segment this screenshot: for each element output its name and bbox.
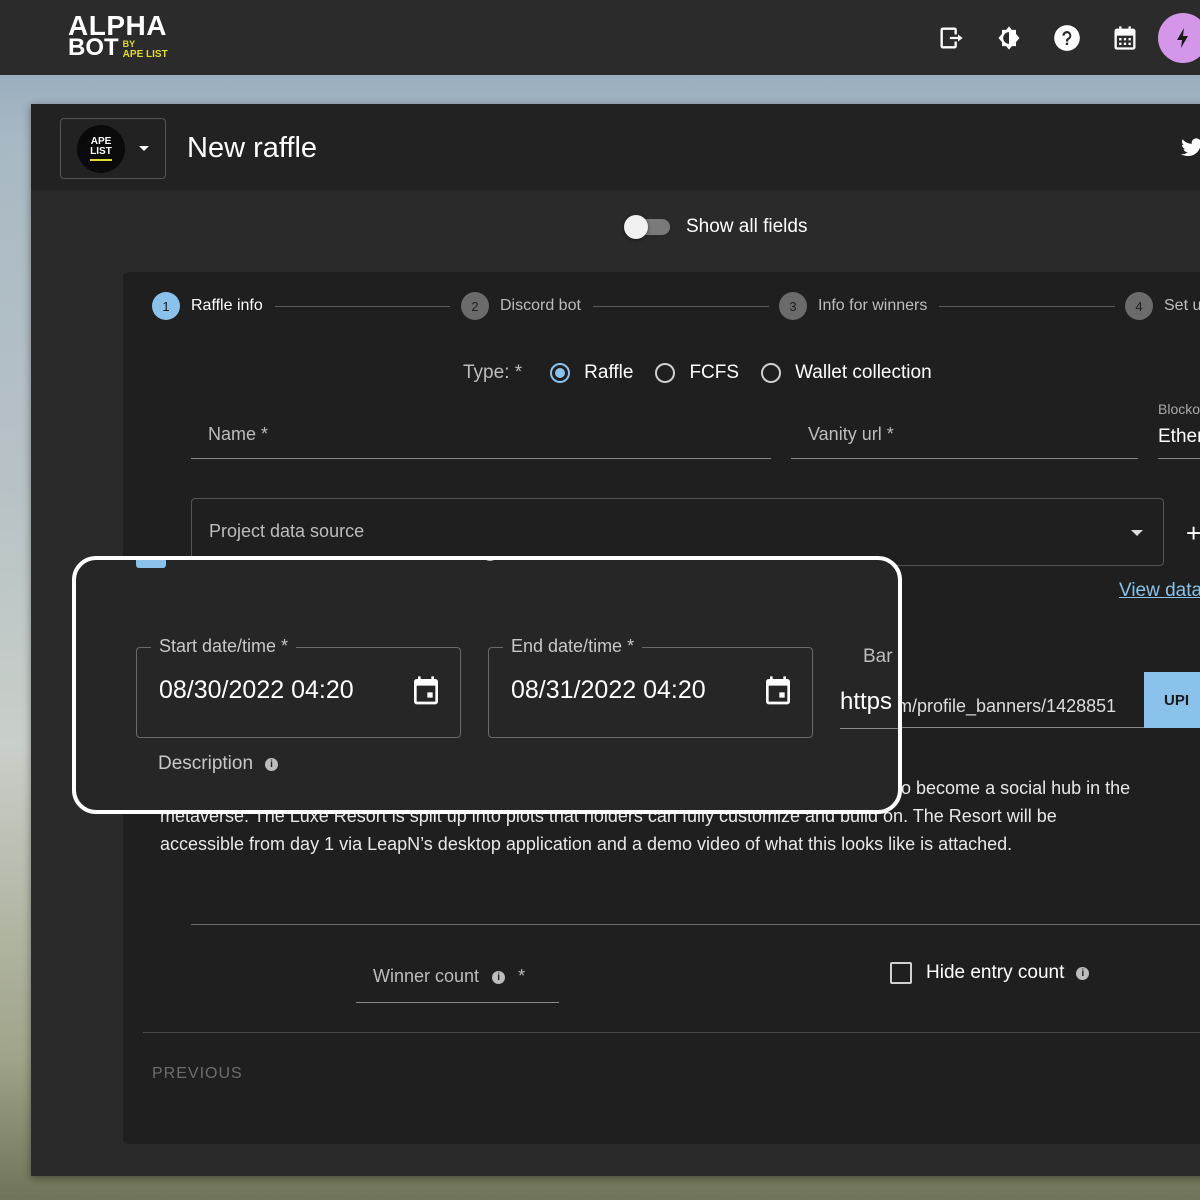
exclude-label: Exclude Previous Winners [188, 560, 468, 567]
banner-url-value-tail: m/profile_banners/1428851 [897, 696, 1117, 716]
step-label: Raffle info [191, 297, 263, 314]
blockchain-value: Ether [1158, 426, 1200, 447]
project-data-source-label: Project data source [209, 521, 365, 541]
exclude-checkbox[interactable] [136, 560, 166, 568]
upload-button[interactable]: UPI [1144, 672, 1200, 728]
show-all-fields-toggle[interactable]: Show all fields [624, 215, 808, 239]
info-icon[interactable]: i [1076, 966, 1090, 980]
radio-wallet-collection-label[interactable]: Wallet collection [795, 362, 932, 384]
chevron-down-icon [139, 146, 149, 151]
step-connector [275, 306, 450, 307]
checkbox[interactable] [890, 962, 912, 984]
step-connector [939, 306, 1115, 307]
logout-icon[interactable] [922, 9, 980, 67]
step-connector [593, 306, 769, 307]
step-discord-bot[interactable]: 2 Discord bot [461, 288, 581, 324]
description-underline [191, 924, 1200, 925]
step-number: 2 [461, 292, 489, 320]
toggle-switch[interactable] [624, 215, 670, 239]
end-datetime-field[interactable]: End date/time * 08/31/2022 04:20 [488, 636, 813, 738]
description-label: Description [158, 753, 254, 774]
logo-bot-text: BOT [68, 34, 119, 61]
calendar-grid-icon[interactable] [1096, 9, 1154, 67]
step-raffle-info[interactable]: 1 Raffle info [152, 288, 263, 324]
view-data-link[interactable]: View data [1119, 580, 1200, 602]
step-number: 1 [152, 292, 180, 320]
project-logo: APE LIST [77, 124, 125, 173]
type-radio-group: Type: * Raffle FCFS Wallet collection [463, 362, 954, 384]
start-datetime-value: 08/30/2022 04:20 [159, 676, 354, 704]
winner-count-label: Winner count i * [373, 966, 526, 986]
project-selector[interactable]: APE LIST [60, 118, 166, 179]
radio-fcfs-label[interactable]: FCFS [689, 362, 739, 384]
card-header: APE LIST New raffle [31, 104, 1200, 190]
info-icon[interactable]: i [482, 560, 499, 561]
radio-wallet-collection[interactable] [761, 363, 782, 383]
toggle-label: Show all fields [686, 216, 808, 237]
radio-fcfs[interactable] [655, 363, 676, 383]
end-datetime-value: 08/31/2022 04:20 [511, 676, 706, 704]
date-time-highlight-panel: Exclude Previous Winners i Start date/ti… [72, 556, 902, 814]
stepper: 1 Raffle info 2 Discord bot 3 Info for w… [123, 288, 1200, 324]
vanity-url-field[interactable]: Vanity url * [791, 422, 1138, 459]
banner-url-partial: https [840, 688, 893, 715]
top-app-bar: ALPHA BOT BY APE LIST [0, 0, 1200, 75]
step-setup[interactable]: 4 Set u [1125, 288, 1200, 324]
brightness-icon[interactable] [980, 9, 1038, 67]
twitter-icon[interactable] [1179, 136, 1200, 160]
start-datetime-field[interactable]: Start date/time * 08/30/2022 04:20 [136, 636, 461, 738]
help-icon[interactable] [1038, 9, 1096, 67]
step-label: Discord bot [500, 297, 581, 314]
radio-raffle-label[interactable]: Raffle [584, 362, 633, 384]
blockchain-label: Blocko [1158, 401, 1200, 417]
winner-count-field[interactable]: Winner count i * [356, 958, 559, 1003]
logo-by-text: BY [122, 39, 136, 49]
logo-brand-text: APE LIST [122, 49, 168, 60]
description-field-label: Description i [158, 753, 279, 775]
type-label: Type: * [463, 362, 523, 383]
banner-underline-partial [840, 728, 898, 729]
exclude-previous-winners[interactable]: Exclude Previous Winners i [136, 560, 499, 568]
hide-entry-count-label: Hide entry count [926, 962, 1065, 983]
calendar-icon[interactable] [410, 674, 442, 708]
info-icon[interactable]: i [265, 757, 279, 771]
description-line: accessible from day 1 via LeapN’s deskto… [160, 834, 1013, 854]
hide-entry-count-checkbox[interactable]: Hide entry count i [890, 962, 1090, 984]
step-label: Set u [1164, 297, 1200, 314]
step-info-for-winners[interactable]: 3 Info for winners [779, 288, 927, 324]
previous-button[interactable]: PREVIOUS [152, 1065, 243, 1083]
footer-divider [143, 1032, 1200, 1033]
dropdown-caret-icon [1131, 530, 1143, 536]
step-number: 3 [779, 292, 807, 320]
radio-raffle[interactable] [550, 363, 571, 383]
banner-label-partial: Bar [863, 646, 893, 667]
lightning-icon[interactable] [1158, 12, 1200, 63]
info-icon[interactable]: i [492, 970, 506, 984]
blockchain-select[interactable]: Ether [1158, 422, 1200, 459]
alphabot-logo[interactable]: ALPHA BOT BY APE LIST [68, 12, 168, 61]
name-field-label: Name * [208, 424, 269, 444]
name-field[interactable]: Name * [191, 422, 771, 459]
step-number: 4 [1125, 292, 1153, 320]
end-datetime-label: End date/time * [503, 636, 643, 657]
start-datetime-label: Start date/time * [151, 636, 297, 657]
page-title: New raffle [187, 132, 318, 164]
vanity-url-field-label: Vanity url * [808, 424, 894, 444]
add-data-source-button[interactable]: + [1186, 518, 1200, 549]
calendar-icon[interactable] [762, 674, 794, 708]
step-label: Info for winners [818, 297, 928, 314]
project-logo-text: APE LIST [90, 135, 112, 157]
